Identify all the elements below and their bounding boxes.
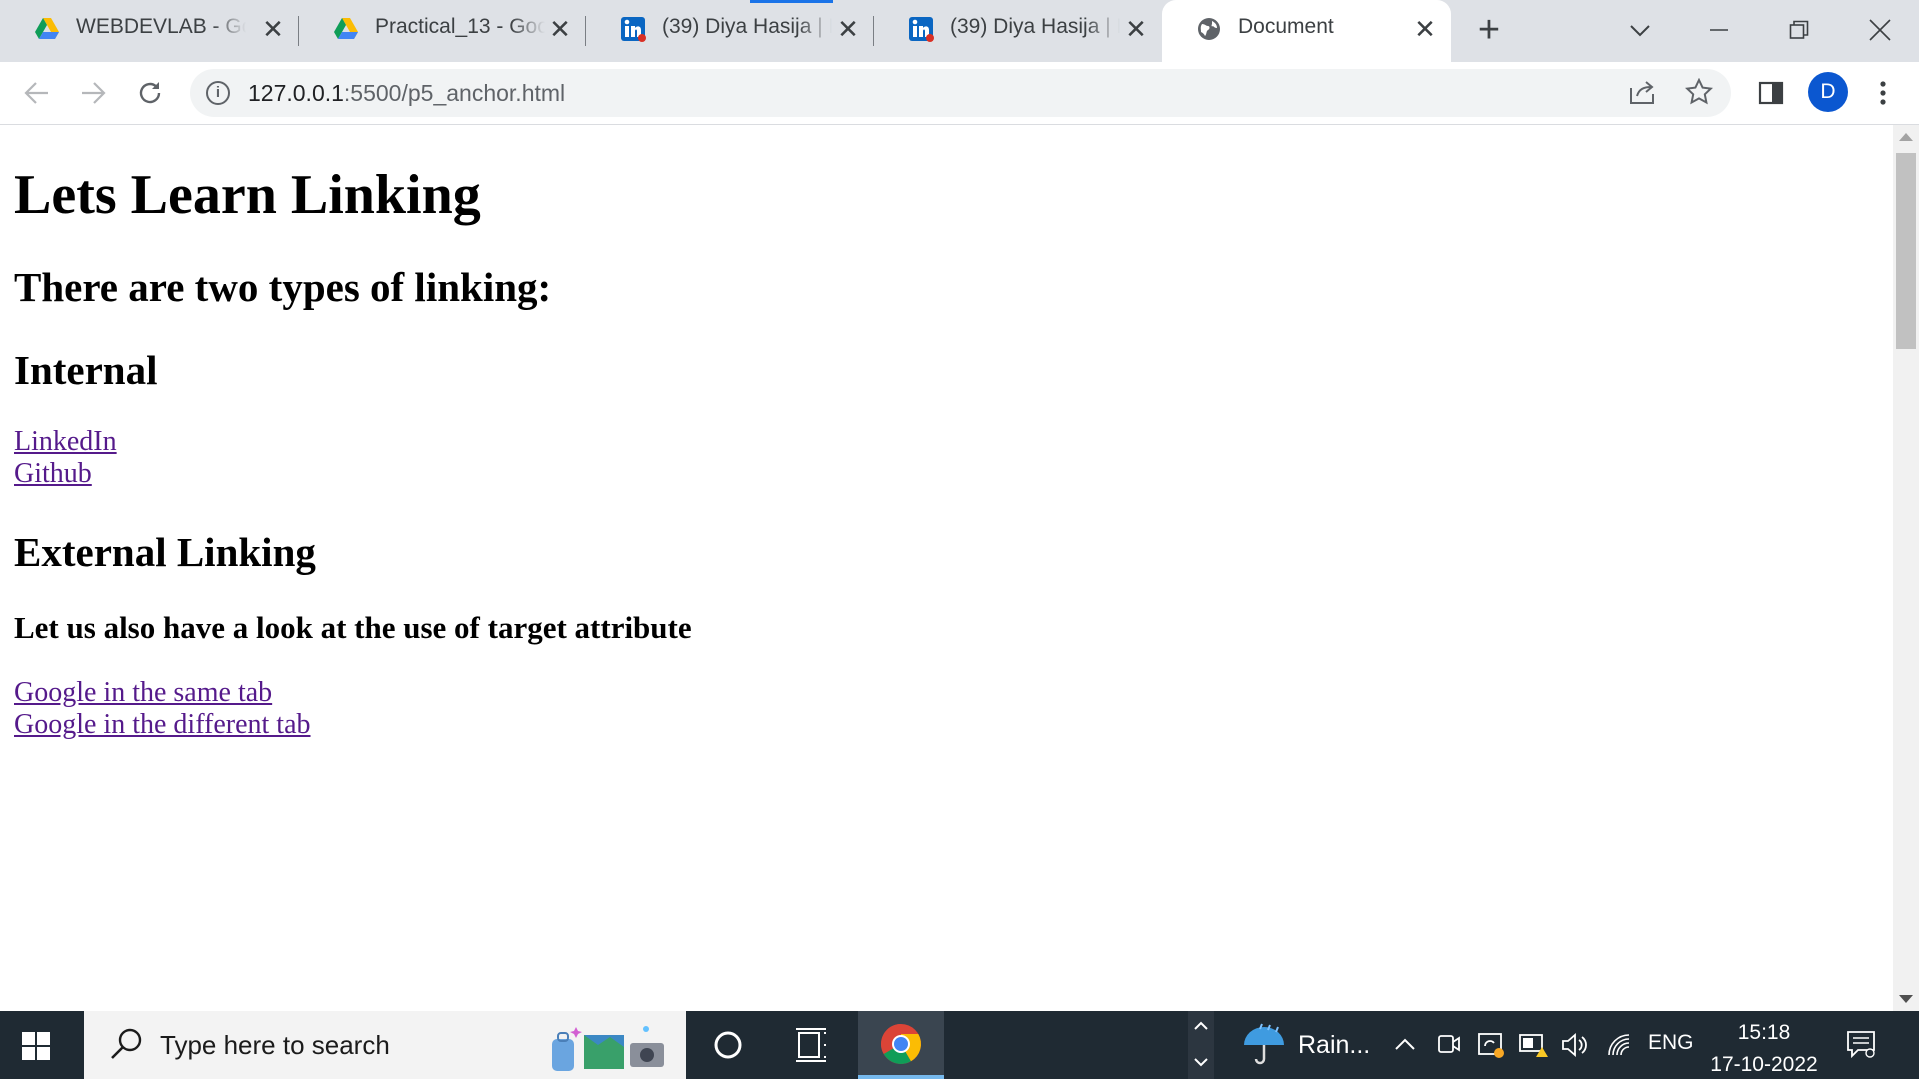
- linkedin-icon: [621, 17, 646, 42]
- tab-title: (39) Diya Hasija | LinkedIn: [662, 15, 832, 38]
- search-icon: [111, 1028, 142, 1059]
- close-icon: [1869, 19, 1891, 41]
- vertical-scrollbar[interactable]: [1893, 125, 1919, 1011]
- scroll-down-icon[interactable]: [1899, 995, 1913, 1003]
- tab-title: Document: [1238, 15, 1334, 38]
- globe-icon: [1198, 18, 1220, 40]
- notification-center-icon[interactable]: [1846, 1029, 1876, 1059]
- sync-status-icon[interactable]: [1477, 1031, 1505, 1059]
- search-placeholder: Type here to search: [160, 1030, 390, 1060]
- google-same-tab-link[interactable]: Google in the same tab: [14, 677, 272, 709]
- tray-overflow-chevron-icon[interactable]: [1394, 1037, 1416, 1051]
- url-text[interactable]: 127.0.0.1:5500/p5_anchor.html: [248, 80, 565, 107]
- url-host: 127.0.0.1: [248, 80, 344, 106]
- search-highlight-illustration-icon: [552, 1026, 664, 1071]
- close-tab-icon[interactable]: ✕: [259, 15, 287, 43]
- volume-icon[interactable]: [1560, 1031, 1588, 1059]
- page-heading: Lets Learn Linking: [14, 164, 481, 226]
- share-icon[interactable]: [1627, 78, 1657, 108]
- target-attribute-heading: Let us also have a look at the use of ta…: [14, 610, 692, 645]
- close-tab-icon[interactable]: ✕: [1411, 15, 1439, 43]
- weather-text[interactable]: Rain...: [1298, 1031, 1370, 1060]
- clock-time: 15:18: [1737, 1021, 1791, 1044]
- tab-document[interactable]: Document ✕: [1162, 0, 1451, 62]
- tab-title: Practical_13 - Google Drive: [375, 15, 545, 38]
- minimize-icon: [1710, 29, 1728, 31]
- profile-avatar[interactable]: D: [1808, 72, 1848, 112]
- battery-warning-icon[interactable]: [1518, 1031, 1548, 1059]
- taskbar-scroll-arrows[interactable]: [1188, 1011, 1214, 1079]
- windows-start-icon[interactable]: [22, 1032, 50, 1060]
- google-drive-icon: [35, 18, 59, 39]
- reload-icon[interactable]: [131, 74, 169, 112]
- url-path: :5500/p5_anchor.html: [343, 80, 566, 106]
- clock-date: 17-10-2022: [1710, 1053, 1818, 1076]
- chevron-down-icon: [1630, 25, 1650, 37]
- google-drive-icon: [334, 18, 358, 39]
- taskbar-clock[interactable]: 15:18 17-10-2022: [1700, 1017, 1828, 1081]
- chrome-icon: [881, 1024, 921, 1064]
- site-info-icon[interactable]: i: [206, 81, 230, 105]
- close-tab-icon[interactable]: ✕: [1122, 15, 1150, 43]
- tab-linkedin-1[interactable]: (39) Diya Hasija | LinkedIn ✕: [586, 0, 874, 58]
- external-heading: External Linking: [14, 529, 316, 575]
- scroll-up-icon[interactable]: [1899, 133, 1913, 141]
- cortana-icon[interactable]: [688, 1011, 768, 1079]
- new-tab-button[interactable]: +: [1471, 11, 1507, 49]
- back-arrow-icon[interactable]: [18, 74, 56, 112]
- browser-toolbar: i 127.0.0.1:5500/p5_anchor.html D: [0, 62, 1919, 125]
- side-panel-icon[interactable]: [1752, 74, 1790, 112]
- linkedin-icon: [909, 17, 934, 42]
- types-heading: There are two types of linking:: [14, 264, 552, 310]
- tab-webdevlab[interactable]: WEBDEVLAB - Google Drive ✕: [0, 0, 299, 58]
- restore-button[interactable]: [1779, 10, 1819, 50]
- tab-linkedin-2[interactable]: (39) Diya Hasija | LinkedIn ✕: [874, 0, 1162, 58]
- tab-strip: WEBDEVLAB - Google Drive ✕ Practical_13 …: [0, 0, 1919, 62]
- taskbar-chrome-button[interactable]: [858, 1011, 944, 1079]
- meet-now-icon[interactable]: [1436, 1031, 1462, 1057]
- forward-arrow-icon[interactable]: [74, 74, 112, 112]
- restore-icon: [1789, 20, 1809, 39]
- tab-title: WEBDEVLAB - Google Drive: [76, 15, 246, 38]
- tab-title: (39) Diya Hasija | LinkedIn: [950, 15, 1120, 38]
- bookmark-star-icon[interactable]: [1684, 77, 1714, 108]
- github-link[interactable]: Github: [14, 458, 92, 490]
- linkedin-link[interactable]: LinkedIn: [14, 426, 117, 458]
- page-viewport: Lets Learn Linking There are two types o…: [0, 125, 1893, 1011]
- address-bar[interactable]: i 127.0.0.1:5500/p5_anchor.html: [190, 69, 1731, 117]
- menu-kebab-icon[interactable]: [1864, 74, 1902, 112]
- tab-practical-13[interactable]: Practical_13 - Google Drive ✕: [299, 0, 586, 58]
- weather-umbrella-icon[interactable]: [1240, 1023, 1288, 1067]
- taskbar-search-box[interactable]: Type here to search: [84, 1011, 686, 1079]
- minimize-button[interactable]: [1699, 10, 1739, 50]
- input-language[interactable]: ENG: [1648, 1031, 1694, 1055]
- task-view-icon[interactable]: [772, 1011, 852, 1079]
- close-tab-icon[interactable]: ✕: [546, 15, 574, 43]
- internal-heading: Internal: [14, 347, 158, 393]
- scrollbar-thumb[interactable]: [1896, 153, 1916, 349]
- google-different-tab-link[interactable]: Google in the different tab: [14, 709, 311, 741]
- close-window-button[interactable]: [1860, 10, 1900, 50]
- close-tab-icon[interactable]: ✕: [834, 15, 862, 43]
- tab-search-chevron-icon[interactable]: [1620, 10, 1660, 50]
- wifi-icon[interactable]: [1605, 1031, 1633, 1059]
- windows-taskbar: Type here to search Rain... ENG 15:18 17…: [0, 1011, 1919, 1079]
